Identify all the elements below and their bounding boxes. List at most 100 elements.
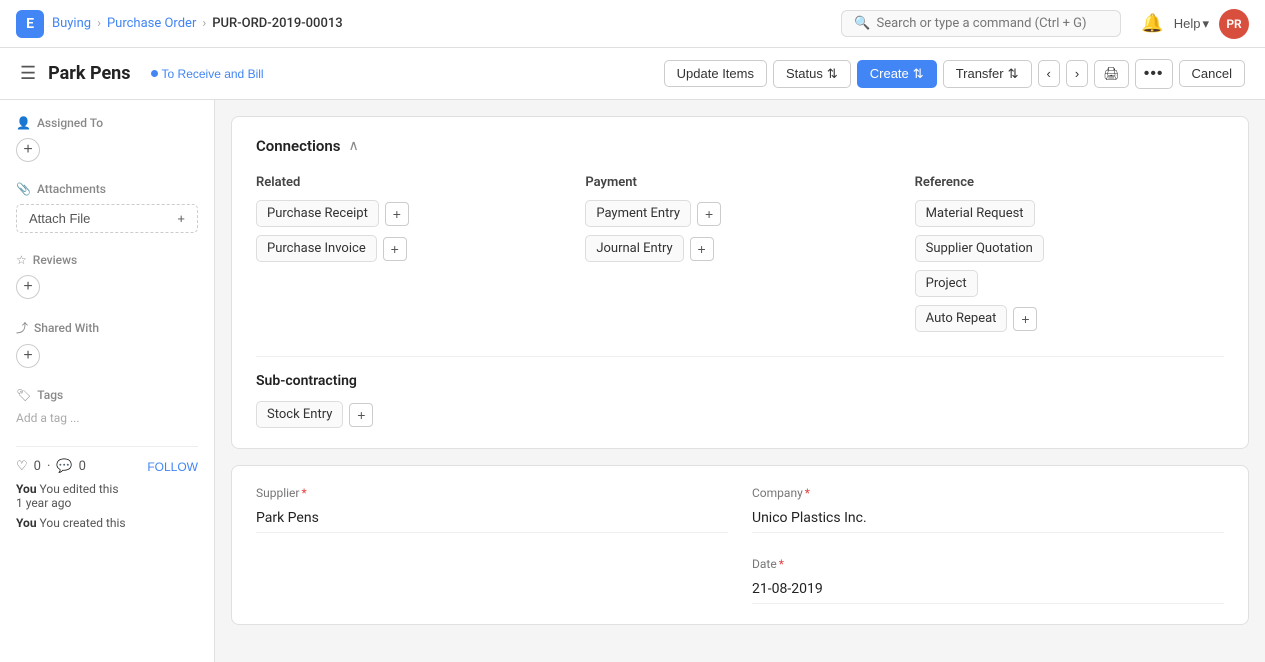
create-chevron-icon: ⇅ [913, 66, 924, 82]
related-column: Related Purchase Receipt + Purchase Invo… [256, 175, 565, 332]
notification-bell[interactable]: 🔔 [1141, 13, 1163, 34]
update-items-button[interactable]: Update Items [664, 60, 767, 87]
status-button-label: Status [786, 66, 823, 81]
search-icon: 🔍 [854, 16, 870, 31]
subcontracting-title: Sub-contracting [256, 373, 1224, 389]
follow-button[interactable]: FOLLOW [147, 460, 198, 474]
status-chevron-icon: ⇅ [827, 66, 838, 82]
related-title: Related [256, 175, 565, 190]
auto-repeat-tag[interactable]: Auto Repeat [915, 305, 1008, 332]
doc-title: Park Pens [48, 63, 130, 84]
attach-file-label: Attach File [29, 211, 90, 226]
project-item: Project [915, 270, 1224, 297]
cancel-label: Cancel [1192, 66, 1232, 81]
purchase-receipt-item: Purchase Receipt + [256, 200, 565, 227]
material-request-tag[interactable]: Material Request [915, 200, 1035, 227]
material-request-item: Material Request [915, 200, 1224, 227]
navbar-actions: 🔔 Help ▾ PR [1141, 9, 1249, 39]
purchase-invoice-tag[interactable]: Purchase Invoice [256, 235, 377, 262]
journal-entry-add-button[interactable]: + [690, 237, 714, 261]
comments-count: 0 [79, 459, 86, 474]
chevron-down-icon: ▾ [1202, 16, 1209, 32]
add-assignee-button[interactable]: + [16, 138, 40, 162]
supplier-value[interactable]: Park Pens [256, 504, 728, 533]
next-button[interactable]: › [1066, 60, 1088, 87]
next-icon: › [1075, 66, 1079, 81]
stock-entry-tag[interactable]: Stock Entry [256, 401, 343, 428]
payment-entry-tag[interactable]: Payment Entry [585, 200, 691, 227]
connections-grid: Related Purchase Receipt + Purchase Invo… [256, 175, 1224, 332]
add-tag-text[interactable]: Add a tag ... [16, 411, 80, 425]
prev-icon: ‹ [1047, 66, 1051, 81]
attach-file-button[interactable]: Attach File + [16, 204, 198, 233]
share-icon: ⤴ [16, 319, 28, 336]
status-button[interactable]: Status ⇅ [773, 60, 851, 88]
bell-icon: 🔔 [1141, 13, 1163, 33]
purchase-invoice-item: Purchase Invoice + [256, 235, 565, 262]
assigned-to-label: 👤 Assigned To [16, 116, 198, 130]
print-button[interactable]: 🖨 [1094, 60, 1129, 88]
brand-logo[interactable]: E [16, 10, 44, 38]
star-icon: ☆ [16, 253, 27, 267]
connections-collapse-icon[interactable]: ∧ [348, 138, 358, 154]
cancel-button[interactable]: Cancel [1179, 60, 1245, 87]
reference-items: Material Request Supplier Quotation Proj… [915, 200, 1224, 332]
add-share-button[interactable]: + [16, 344, 40, 368]
breadcrumb-doc-id: PUR-ORD-2019-00013 [212, 16, 342, 31]
company-required: * [805, 486, 810, 500]
transfer-chevron-icon: ⇅ [1008, 66, 1019, 82]
dot-separator: · [47, 459, 50, 474]
transfer-button[interactable]: Transfer ⇅ [943, 60, 1032, 88]
supplier-required: * [301, 486, 306, 500]
help-label: Help [1174, 16, 1201, 31]
heart-icon: ♡ [16, 459, 28, 474]
shared-with-section: ⤴ Shared With + [16, 319, 198, 368]
project-tag[interactable]: Project [915, 270, 978, 297]
prev-button[interactable]: ‹ [1038, 60, 1060, 87]
purchase-receipt-add-button[interactable]: + [385, 202, 409, 226]
supplier-quotation-tag[interactable]: Supplier Quotation [915, 235, 1044, 262]
form-card-body: Supplier * Park Pens Company * Unico Pla… [232, 466, 1248, 624]
breadcrumb-sep-1: › [97, 16, 101, 31]
payment-title: Payment [585, 175, 894, 190]
breadcrumb-buying[interactable]: Buying [52, 16, 91, 31]
navbar: E Buying › Purchase Order › PUR-ORD-2019… [0, 0, 1265, 48]
attach-plus-icon: + [177, 211, 185, 226]
payment-column: Payment Payment Entry + Journal Entry + [585, 175, 894, 332]
connections-card-body: Connections ∧ Related Purchase Receipt + [232, 117, 1248, 448]
purchase-invoice-add-button[interactable]: + [383, 237, 407, 261]
edited-time: 1 year ago [16, 496, 71, 510]
subcontracting-section: Sub-contracting Stock Entry + [256, 356, 1224, 428]
main-content: Connections ∧ Related Purchase Receipt + [215, 100, 1265, 662]
help-button[interactable]: Help ▾ [1174, 16, 1209, 32]
tags-label: 🏷 Tags [16, 388, 198, 402]
date-value[interactable]: 21-08-2019 [752, 575, 1224, 604]
shared-with-label: ⤴ Shared With [16, 319, 198, 336]
company-value[interactable]: Unico Plastics Inc. [752, 504, 1224, 533]
connections-card: Connections ∧ Related Purchase Receipt + [231, 116, 1249, 449]
sidebar-divider [16, 446, 198, 447]
payment-entry-add-button[interactable]: + [697, 202, 721, 226]
purchase-receipt-tag[interactable]: Purchase Receipt [256, 200, 379, 227]
status-badge[interactable]: To Receive and Bill [143, 65, 272, 83]
search-bar[interactable]: 🔍 Search or type a command (Ctrl + G) [841, 10, 1121, 37]
auto-repeat-add-button[interactable]: + [1013, 307, 1037, 331]
sidebar-toggle-button[interactable]: ☰ [20, 63, 36, 84]
stock-entry-item: Stock Entry + [256, 401, 1224, 428]
more-icon: ••• [1144, 65, 1164, 83]
attachments-section: 📎 Attachments Attach File + [16, 182, 198, 233]
user-avatar[interactable]: PR [1219, 9, 1249, 39]
supplier-field: Supplier * Park Pens [256, 486, 728, 533]
header-actions: Update Items Status ⇅ Create ⇅ Transfer … [664, 59, 1245, 89]
print-icon: 🖨 [1103, 66, 1120, 82]
add-review-button[interactable]: + [16, 275, 40, 299]
date-required: * [779, 557, 784, 571]
journal-entry-tag[interactable]: Journal Entry [585, 235, 683, 262]
more-options-button[interactable]: ••• [1135, 59, 1173, 89]
breadcrumb-sep-2: › [202, 16, 206, 31]
create-button[interactable]: Create ⇅ [857, 60, 937, 88]
breadcrumb-purchase-order[interactable]: Purchase Order [107, 16, 196, 31]
social-row: ♡ 0 · 💬 0 FOLLOW [16, 459, 198, 474]
stock-entry-add-button[interactable]: + [349, 403, 373, 427]
connections-title: Connections [256, 137, 340, 155]
